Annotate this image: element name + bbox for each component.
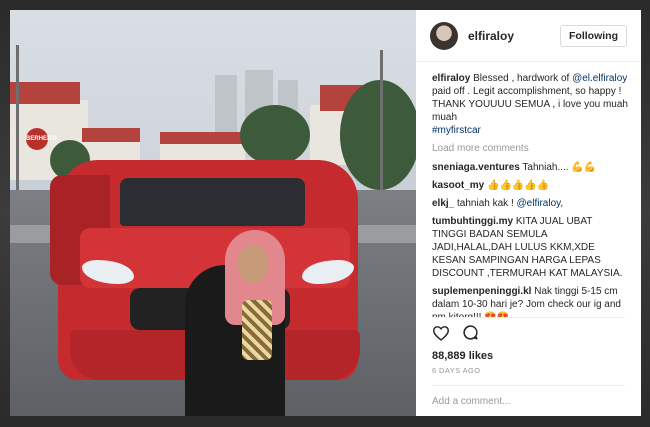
comment-username[interactable]: suplemenpeninggi.kl xyxy=(432,286,531,297)
comment: tumbuhtinggi.my KITA JUAL UBAT TINGGI BA… xyxy=(432,215,629,280)
likes-count[interactable]: 88,889 likes xyxy=(432,350,625,362)
stop-sign: BERHENTI xyxy=(26,128,57,150)
caption-text: paid off . Legit accomplishment, so happ… xyxy=(432,86,628,123)
photo-lamp-pole xyxy=(380,50,383,200)
photo-roof xyxy=(10,82,80,104)
comment-username[interactable]: kasoot_my xyxy=(432,180,484,191)
post-timestamp: 6 DAYS AGO xyxy=(432,366,481,375)
following-button[interactable]: Following xyxy=(560,24,627,47)
post-actions xyxy=(432,317,625,346)
comment-emoji: 👍👍👍👍👍 xyxy=(487,180,550,191)
comment-mention[interactable]: @elfiraloy xyxy=(517,198,561,209)
comment: suplemenpeninggi.kl Nak tinggi 5-15 cm d… xyxy=(432,285,629,317)
comments-list: elfiraloy Blessed , hardwork of @el.elfi… xyxy=(416,62,641,317)
post-header: elfiraloy Following xyxy=(416,10,641,62)
comment: sneniaga.ventures Tahniah.... 💪💪 xyxy=(432,161,629,174)
photo-roof xyxy=(82,128,140,142)
comment-text: , xyxy=(560,198,564,209)
add-comment-input[interactable]: Add a comment... xyxy=(432,385,625,416)
photo-roof xyxy=(160,132,245,144)
comment-username[interactable]: tumbuhtinggi.my xyxy=(432,216,513,227)
car-windshield xyxy=(120,178,305,226)
comment-bubble-icon[interactable] xyxy=(462,324,479,346)
heart-icon[interactable] xyxy=(432,325,450,346)
comment-emoji: 💪💪 xyxy=(571,162,597,173)
post-modal: BERHENTI elfiraloy Following elfiraloy B… xyxy=(10,10,641,416)
comment-username[interactable]: sneniaga.ventures xyxy=(432,162,520,173)
caption-mention[interactable]: @el.elfiraloy xyxy=(572,73,627,84)
avatar[interactable] xyxy=(430,21,458,50)
post-username[interactable]: elfiraloy xyxy=(468,29,514,43)
load-more-comments[interactable]: Load more comments xyxy=(432,142,629,155)
photo-tree xyxy=(240,105,310,165)
photo-tree xyxy=(340,80,416,190)
caption: elfiraloy Blessed , hardwork of @el.elfi… xyxy=(432,72,629,137)
comment-text: Tahniah.... xyxy=(519,162,572,173)
person-face xyxy=(238,245,268,283)
caption-text: Blessed , hardwork of xyxy=(470,73,573,84)
caption-username[interactable]: elfiraloy xyxy=(432,73,470,84)
comment: kasoot_my 👍👍👍👍👍 xyxy=(432,179,629,192)
post-photo[interactable]: BERHENTI xyxy=(10,10,416,416)
photo-tower xyxy=(215,75,237,135)
comment-text: tahniah kak ! xyxy=(454,198,517,209)
comment: elkj_ tahniah kak ! @elfiraloy, xyxy=(432,197,629,210)
caption-hashtag[interactable]: #myfirstcar xyxy=(432,125,481,136)
person-scarf xyxy=(242,300,272,360)
post-sidebar: elfiraloy Following elfiraloy Blessed , … xyxy=(416,10,641,416)
comment-username[interactable]: elkj_ xyxy=(432,198,454,209)
